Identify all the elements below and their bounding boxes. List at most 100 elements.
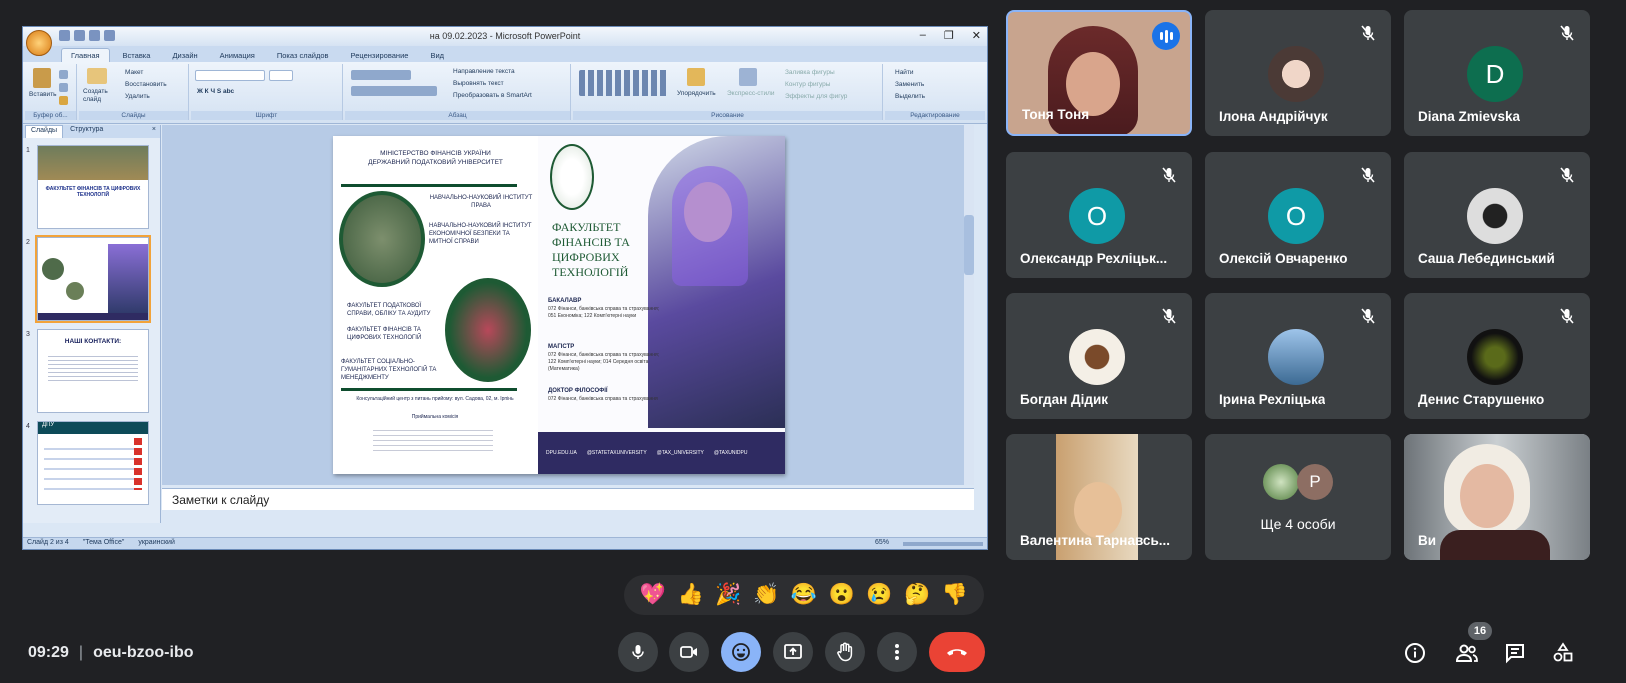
copy-icon[interactable] — [59, 83, 68, 92]
smartart-button[interactable]: Преобразовать в SmartArt — [453, 92, 532, 99]
paste-icon[interactable] — [33, 68, 51, 88]
participant-tile[interactable]: Ілона Андрійчук — [1205, 10, 1391, 136]
reaction-surprised[interactable]: 😮 — [829, 583, 855, 607]
end-call-button[interactable] — [929, 632, 985, 672]
slide-thumbnail-1[interactable]: ФАКУЛЬТЕТ ФІНАНСІВ ТА ЦИФРОВИХ ТЕХНОЛОГІ… — [37, 145, 149, 229]
group-label: Редактирование — [885, 111, 985, 120]
select-button[interactable]: Выделить — [895, 93, 925, 100]
tab-insert[interactable]: Вставка — [114, 49, 160, 62]
reactions-button[interactable] — [721, 632, 761, 672]
tab-slides[interactable]: Слайды — [25, 125, 64, 138]
zoom-level[interactable]: 65% — [875, 539, 889, 548]
tab-animation[interactable]: Анимация — [211, 49, 264, 62]
slide-thumbnail-4[interactable]: ДПУ — [37, 421, 149, 505]
activities-button[interactable] — [1550, 640, 1576, 666]
paste-button[interactable]: Вставить — [29, 91, 57, 98]
slide-thumbnail-2[interactable] — [35, 235, 151, 323]
ribbon-tabs: Главная Вставка Дизайн Анимация Показ сл… — [23, 46, 987, 62]
participant-tile[interactable]: Богдан Дідик — [1006, 293, 1192, 419]
notes-area[interactable]: Заметки к слайду — [162, 488, 974, 510]
avatar: О — [1069, 188, 1125, 244]
participant-tile-self[interactable]: Ви — [1404, 434, 1590, 560]
participant-tile[interactable]: О Олексій Овчаренко — [1205, 152, 1391, 278]
more-options-button[interactable] — [877, 632, 917, 672]
chat-button[interactable] — [1502, 640, 1528, 666]
arrange-button[interactable]: Упорядочить — [677, 90, 716, 97]
reaction-party[interactable]: 🎉 — [715, 583, 741, 607]
participant-tile[interactable]: Валентина Тарнавсь... — [1006, 434, 1192, 560]
participant-tile[interactable]: D Diana Zmievska — [1404, 10, 1590, 136]
list-buttons[interactable] — [351, 70, 411, 80]
microphone-button[interactable] — [618, 632, 658, 672]
slide-thumbnail-3[interactable]: НАШІ КОНТАКТИ: — [37, 329, 149, 413]
participant-tile[interactable]: О Олександр Рехліцьк... — [1006, 152, 1192, 278]
present-screen-button[interactable] — [773, 632, 813, 672]
replace-button[interactable]: Заменить — [895, 81, 924, 88]
reaction-thumbs-up[interactable]: 👍 — [678, 583, 704, 607]
shape-outline-button[interactable]: Контур фигуры — [785, 81, 830, 88]
shape-effects-button[interactable]: Эффекты для фигур — [785, 93, 847, 100]
camera-button[interactable] — [669, 632, 709, 672]
new-slide-button[interactable]: Создать слайд — [83, 88, 117, 104]
avatar — [1268, 46, 1324, 102]
tab-home[interactable]: Главная — [61, 48, 110, 62]
tab-view[interactable]: Вид — [421, 49, 453, 62]
raise-hand-button[interactable] — [825, 632, 865, 672]
participant-tile[interactable]: Тоня Тоня — [1006, 10, 1192, 136]
phd-heading: ДОКТОР ФІЛОСОФІЇ — [548, 388, 608, 394]
quick-styles-icon[interactable] — [739, 68, 757, 86]
reaction-clap[interactable]: 👏 — [753, 583, 779, 607]
close-pane-icon[interactable]: × — [147, 125, 160, 138]
reaction-sad[interactable]: 😢 — [866, 583, 892, 607]
layout-button[interactable]: Макет — [125, 69, 143, 76]
arrange-icon[interactable] — [687, 68, 705, 86]
font-size-select[interactable] — [269, 70, 293, 81]
format-buttons[interactable]: Ж К Ч S abc — [197, 88, 234, 95]
participant-tile[interactable]: Денис Старушенко — [1404, 293, 1590, 419]
participant-tile[interactable]: Р Ще 4 особи — [1205, 434, 1391, 560]
quick-styles-button[interactable]: Экспресс-стили — [727, 90, 775, 97]
align-buttons[interactable] — [351, 86, 437, 96]
zoom-slider[interactable] — [903, 542, 983, 546]
slide-left-panel: МІНІСТЕРСТВО ФІНАНСІВ УКРАЇНИ ДЕРЖАВНИЙ … — [333, 136, 538, 474]
mic-off-icon — [1560, 167, 1574, 183]
people-button[interactable] — [1454, 640, 1480, 666]
delete-slide-button[interactable]: Удалить — [125, 93, 150, 100]
tab-review[interactable]: Рецензирование — [342, 49, 418, 62]
find-button[interactable]: Найти — [895, 69, 914, 76]
font-family-select[interactable] — [195, 70, 265, 81]
scroll-thumb[interactable] — [964, 215, 974, 275]
reaction-thumbs-down[interactable]: 👎 — [942, 583, 968, 607]
shape-fill-button[interactable]: Заливка фигуры — [785, 69, 835, 76]
avatar: D — [1467, 46, 1523, 102]
more-participants-label: Ще 4 особи — [1260, 516, 1336, 532]
participant-tile[interactable]: Ірина Рехліцька — [1205, 293, 1391, 419]
office-button[interactable] — [26, 30, 52, 56]
tab-slideshow[interactable]: Показ слайдов — [268, 49, 338, 62]
meeting-code: oeu-bzoo-ibo — [93, 644, 194, 661]
participant-tile[interactable]: Саша Лебединський — [1404, 152, 1590, 278]
tab-design[interactable]: Дизайн — [163, 49, 206, 62]
close-icon[interactable]: ✕ — [972, 29, 981, 42]
maximize-icon[interactable]: ❐ — [944, 29, 954, 42]
tab-outline[interactable]: Структура — [65, 125, 108, 138]
mic-off-icon — [1162, 167, 1176, 183]
reaction-laugh[interactable]: 😂 — [791, 583, 817, 607]
cut-icon[interactable] — [59, 70, 68, 79]
vertical-scrollbar[interactable] — [964, 125, 974, 485]
format-painter-icon[interactable] — [59, 96, 68, 105]
people-icon — [1455, 644, 1478, 662]
reaction-heart[interactable]: 💖 — [640, 583, 666, 607]
minimize-icon[interactable]: – — [920, 29, 926, 42]
meeting-details-button[interactable] — [1402, 640, 1428, 666]
align-text-button[interactable]: Выровнять текст — [453, 80, 504, 87]
current-slide[interactable]: МІНІСТЕРСТВО ФІНАНСІВ УКРАЇНИ ДЕРЖАВНИЙ … — [333, 136, 785, 474]
text-direction-button[interactable]: Направление текста — [453, 68, 515, 75]
reset-button[interactable]: Восстановить — [125, 81, 167, 88]
participant-face — [1074, 482, 1122, 538]
slide-edit-area[interactable]: МІНІСТЕРСТВО ФІНАНСІВ УКРАЇНИ ДЕРЖАВНИЙ … — [162, 125, 974, 485]
shapes-gallery[interactable] — [579, 70, 669, 96]
participant-name: Саша Лебединський — [1418, 251, 1555, 266]
new-slide-icon[interactable] — [87, 68, 107, 84]
reaction-thinking[interactable]: 🤔 — [904, 583, 930, 607]
